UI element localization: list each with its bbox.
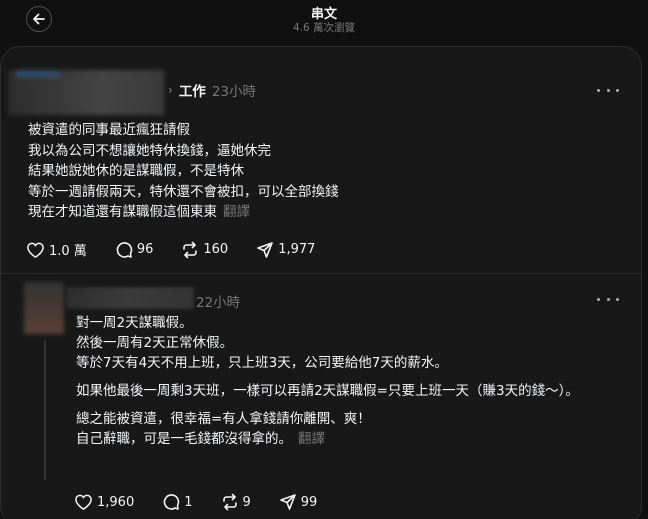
reply-comment-count: 1 xyxy=(184,494,193,510)
more-options-icon[interactable] xyxy=(597,85,619,95)
topic-tag[interactable]: 工作 xyxy=(179,80,206,100)
repost-icon xyxy=(183,241,198,258)
author-avatar-redacted[interactable] xyxy=(8,70,164,115)
chevron-right-icon: › xyxy=(168,83,173,97)
reply-line: 自己辭職，可是一毛錢都沒得拿的。 xyxy=(76,431,292,447)
share-count: 1,977 xyxy=(278,242,316,257)
like-count: 1.0 萬 xyxy=(49,244,87,259)
heart-icon xyxy=(75,494,92,511)
reply-like-count: 1,960 xyxy=(97,494,135,510)
post-time: 23小時 xyxy=(211,84,256,100)
translate-link[interactable]: 翻譯 xyxy=(223,204,250,220)
share-button[interactable]: 1,977 xyxy=(256,241,315,259)
repost-button[interactable]: 160 xyxy=(181,241,228,259)
reply-line: 然後一周有2天正常休假。 xyxy=(76,335,234,351)
reply-actions: 1,960 1 9 99 xyxy=(74,493,345,511)
reply-repost-count: 9 xyxy=(242,494,251,510)
reply-line: 對一周2天謀職假。 xyxy=(76,315,193,331)
post-line: 被資遣的同事最近瘋狂請假 xyxy=(28,122,190,138)
reply-body: 對一周2天謀職假。 然後一周有2天正常休假。 等於7天有4天不用上班，只上班3天… xyxy=(76,313,596,457)
reply-share-button[interactable]: 99 xyxy=(279,493,318,511)
top-bar: 串文 4.6 萬次瀏覽 xyxy=(0,0,648,46)
heart-icon xyxy=(27,242,44,258)
post-meta: › 工作 23小時 xyxy=(168,80,256,100)
reply-like-button[interactable]: 1,960 xyxy=(74,493,134,511)
reply-comment-button[interactable]: 1 xyxy=(162,493,193,511)
post-line: 等於一週請假兩天，特休還不會被扣，可以全部換錢 xyxy=(28,183,339,200)
reply-more-options-icon[interactable] xyxy=(597,294,619,304)
post-actions: 1.0 萬 96 160 1,977 xyxy=(26,240,343,259)
comment-button[interactable]: 96 xyxy=(115,241,154,259)
share-icon xyxy=(279,494,296,510)
post-body: 被資遣的同事最近瘋狂請假 我以為公司不想讓她特休換錢，逼她休完 結果她說她休的是… xyxy=(28,120,339,223)
post-line: 我以為公司不想讓她特休換錢，逼她休完 xyxy=(28,142,271,159)
reply-translate-link[interactable]: 翻譯 xyxy=(298,431,325,447)
repost-icon xyxy=(222,493,237,511)
comment-icon xyxy=(163,494,180,510)
reply-author-redacted[interactable] xyxy=(66,287,194,309)
post-line: 結果她說她休的是謀職假，不是特休 xyxy=(28,163,244,179)
reply-time: 22小時 xyxy=(196,295,241,311)
reply-share-count: 99 xyxy=(300,494,318,510)
reply-line: 總之能被資遣，很幸福=有人拿錢請你離開、爽！ xyxy=(76,411,371,427)
divider xyxy=(1,273,641,274)
reply-line: 等於7天有4天不用上班，只上班3天，公司要給他7天的薪水。 xyxy=(76,355,448,371)
repost-count: 160 xyxy=(203,242,229,257)
reply-avatar-redacted[interactable] xyxy=(24,282,64,334)
like-button[interactable]: 1.0 萬 xyxy=(26,240,87,259)
view-count: 4.6 萬次瀏覽 xyxy=(292,22,356,34)
thread-line xyxy=(44,340,46,480)
comment-icon xyxy=(116,241,133,258)
reply-line: 如果他最後一周剩3天班，一樣可以再請2天謀職假=只要上班一天（賺3天的錢～）。 xyxy=(76,383,579,399)
comment-count: 96 xyxy=(136,242,154,257)
post-line: 現在才知道還有謀職假這個東東 xyxy=(28,204,217,220)
share-icon xyxy=(257,241,273,258)
reply-repost-button[interactable]: 9 xyxy=(221,493,251,511)
